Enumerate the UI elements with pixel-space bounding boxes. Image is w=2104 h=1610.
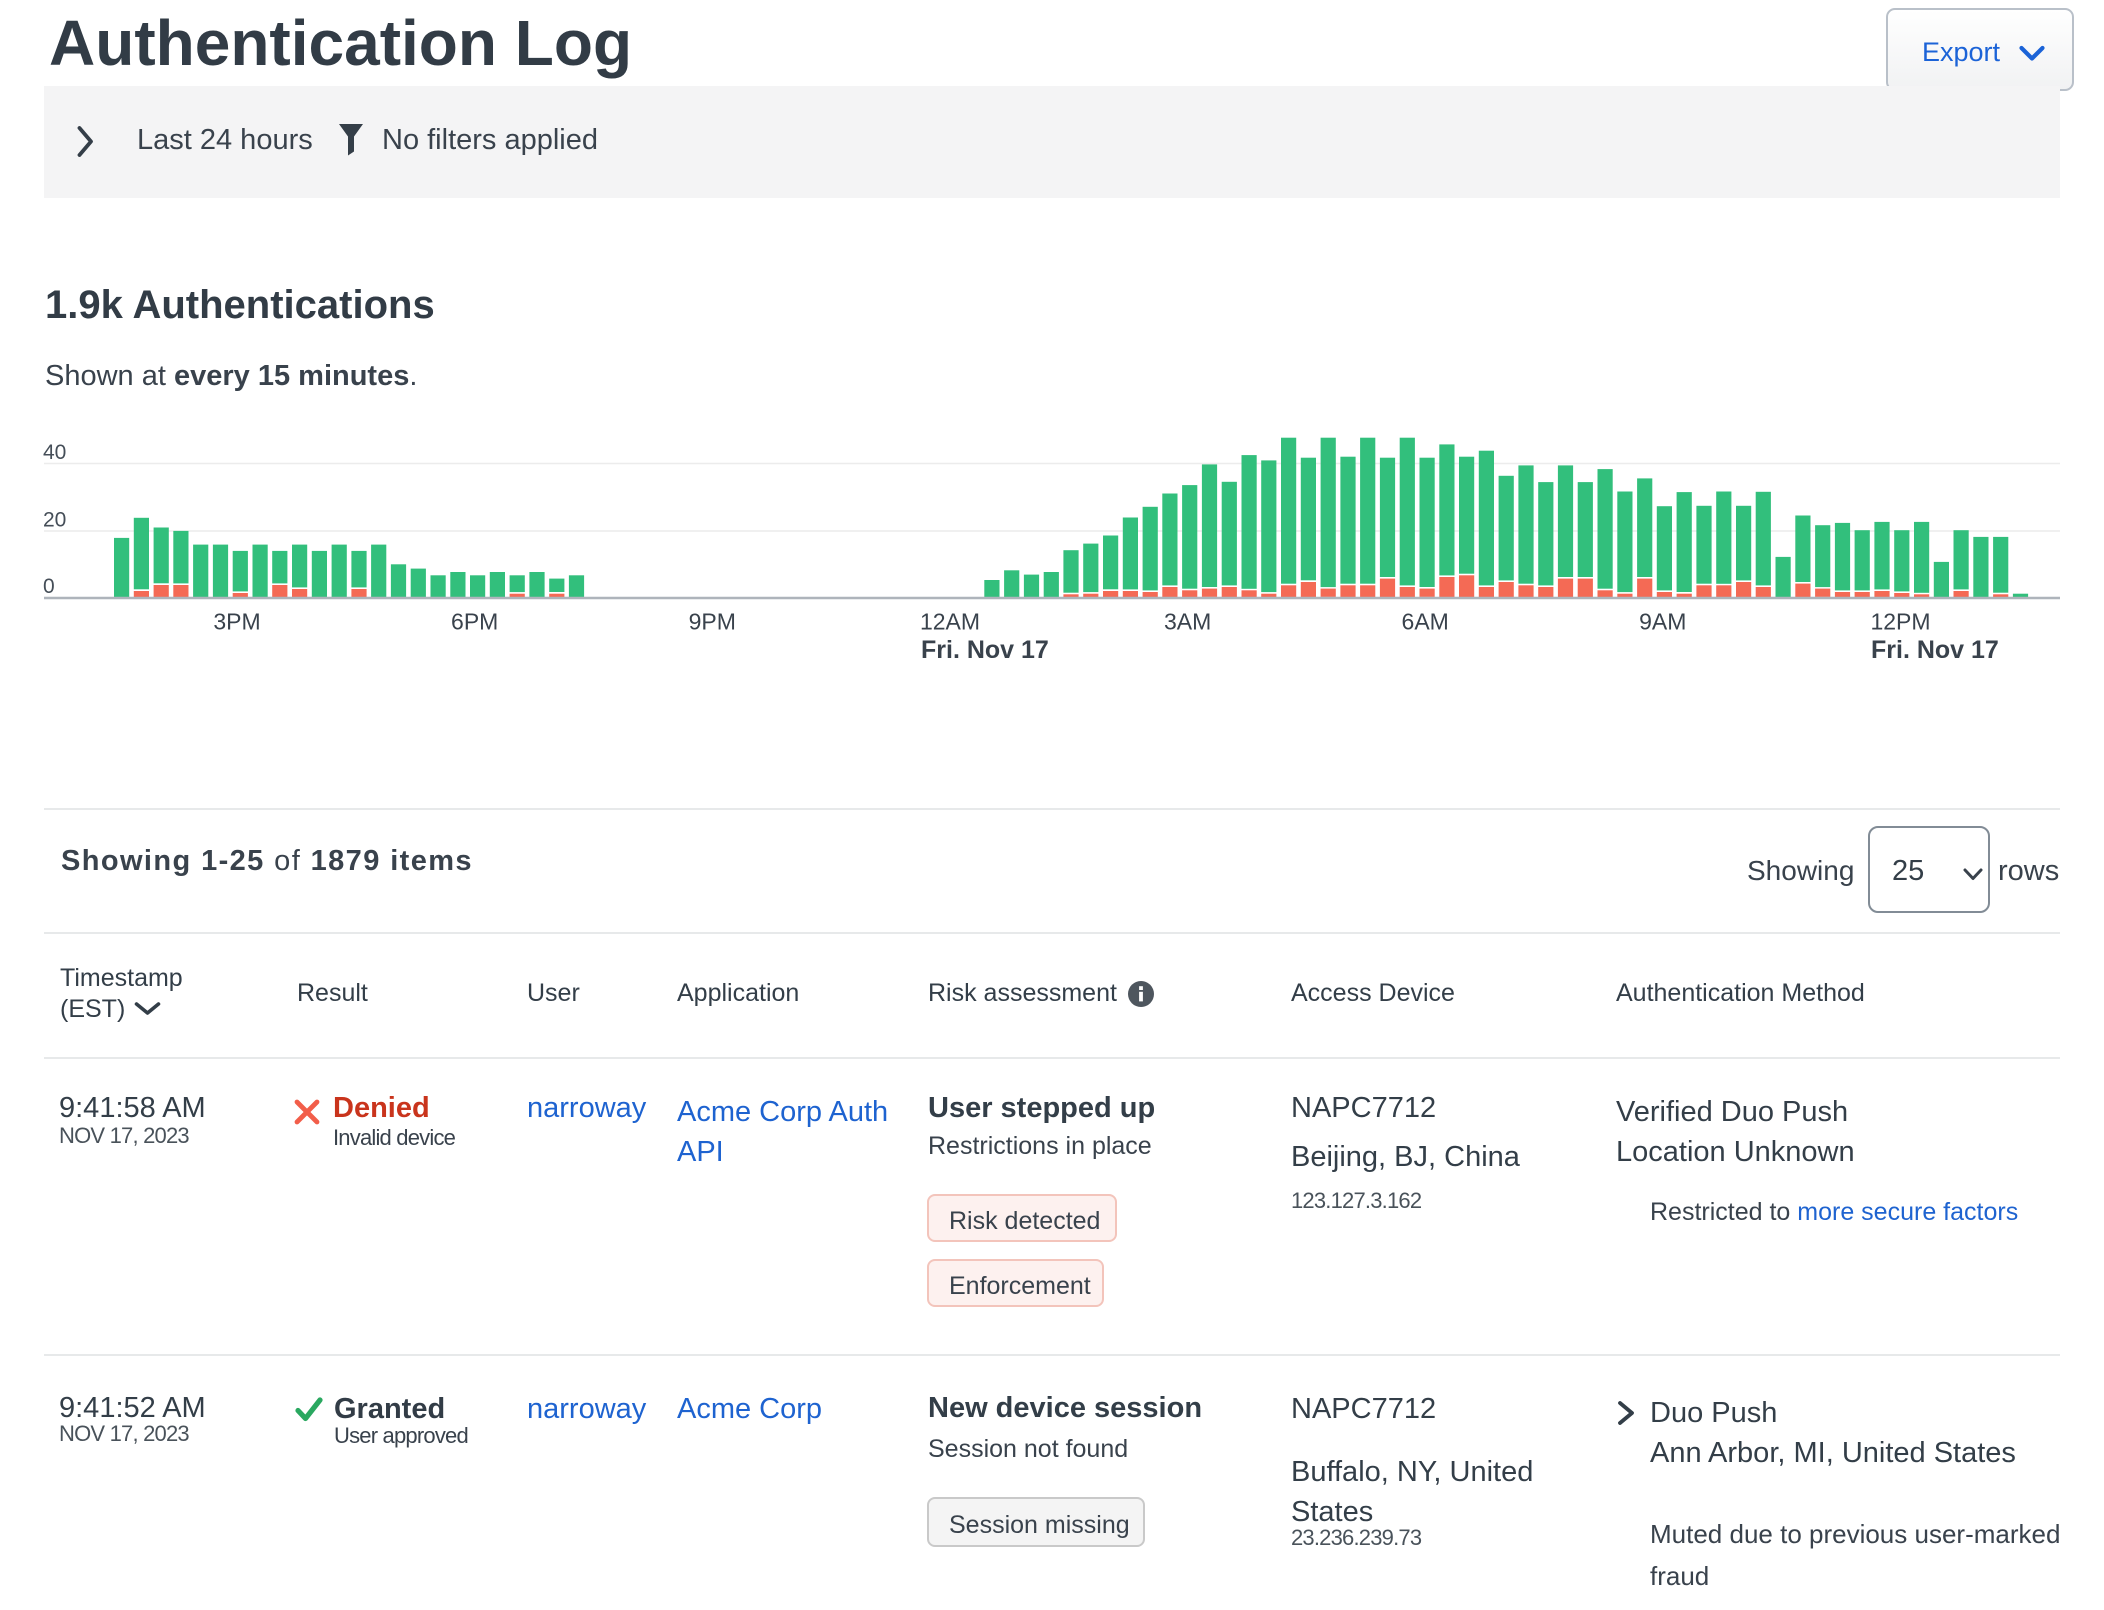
svg-text:12AM: 12AM — [920, 609, 980, 635]
svg-text:0: 0 — [43, 575, 55, 598]
svg-text:3AM: 3AM — [1164, 609, 1211, 635]
svg-text:Fri. Nov 17: Fri. Nov 17 — [1871, 636, 1999, 664]
svg-text:20: 20 — [43, 509, 66, 532]
svg-text:6AM: 6AM — [1402, 609, 1449, 635]
svg-text:Fri. Nov 17: Fri. Nov 17 — [921, 636, 1049, 664]
svg-text:9PM: 9PM — [689, 609, 736, 635]
svg-text:3PM: 3PM — [213, 609, 260, 635]
svg-text:6PM: 6PM — [451, 609, 498, 635]
svg-text:9AM: 9AM — [1639, 609, 1686, 635]
svg-text:12PM: 12PM — [1870, 609, 1930, 635]
svg-text:40: 40 — [43, 441, 66, 464]
